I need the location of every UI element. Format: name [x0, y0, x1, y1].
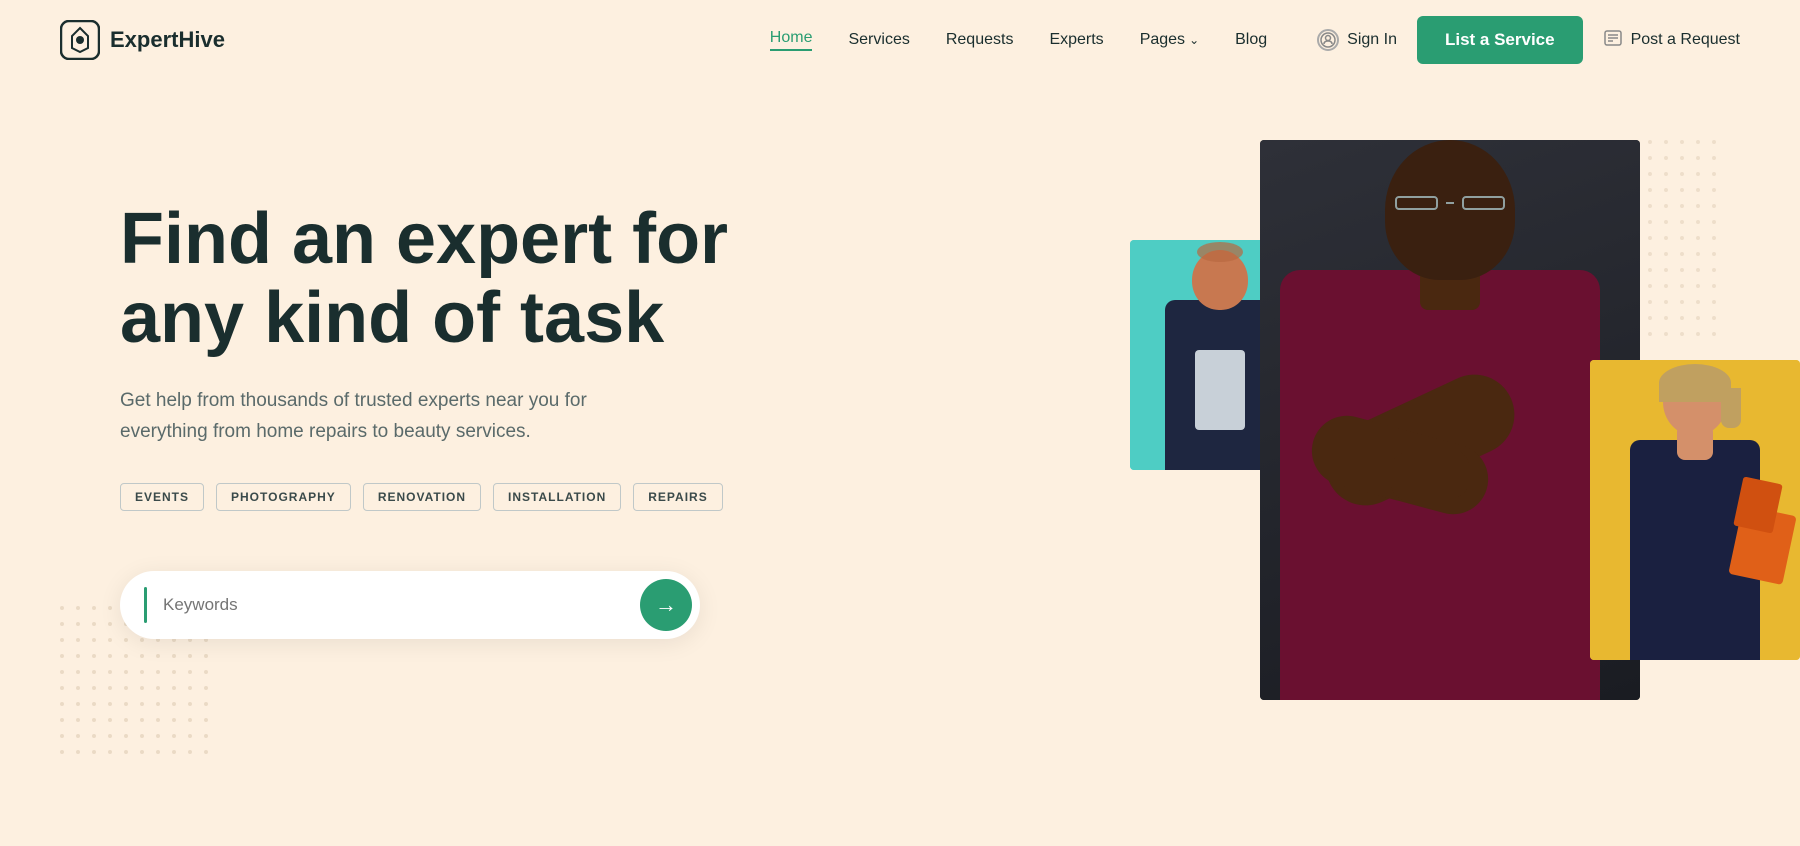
chevron-down-icon: ⌄ [1189, 33, 1199, 47]
logo-icon [60, 20, 100, 60]
tag-events[interactable]: EVENTS [120, 483, 204, 511]
logo-text: ExpertHive [110, 27, 225, 53]
expert-image-main [1260, 140, 1640, 700]
tag-photography[interactable]: PHOTOGRAPHY [216, 483, 351, 511]
tag-renovation[interactable]: RENOVATION [363, 483, 481, 511]
list-service-button[interactable]: List a Service [1417, 16, 1583, 64]
post-request-icon [1603, 28, 1623, 53]
search-button[interactable]: → [640, 579, 692, 631]
nav-link-experts[interactable]: Experts [1049, 31, 1103, 49]
tag-repairs[interactable]: REPAIRS [633, 483, 722, 511]
nav-link-blog[interactable]: Blog [1235, 31, 1267, 49]
sign-in-icon [1317, 29, 1339, 51]
nav-link-pages[interactable]: Pages ⌄ [1140, 31, 1199, 49]
logo[interactable]: ExpertHive [60, 20, 225, 60]
nav-right: Sign In List a Service Post a Request [1317, 16, 1740, 64]
expert-image-woman [1590, 360, 1800, 660]
nav-link-home[interactable]: Home [770, 29, 813, 51]
hero-images [980, 80, 1800, 846]
hero-section: Find an expert for any kind of task Get … [0, 80, 1800, 846]
search-divider [144, 587, 147, 623]
hero-subtitle: Get help from thousands of trusted exper… [120, 386, 640, 447]
search-bar: → [120, 571, 700, 639]
tag-list: EVENTS PHOTOGRAPHY RENOVATION INSTALLATI… [120, 483, 800, 511]
tag-installation[interactable]: INSTALLATION [493, 483, 621, 511]
navbar: ExpertHive Home Services Requests Expert… [0, 0, 1800, 80]
post-request-button[interactable]: Post a Request [1603, 28, 1740, 53]
search-input[interactable] [163, 595, 640, 615]
post-request-label: Post a Request [1631, 31, 1740, 49]
sign-in-label: Sign In [1347, 31, 1397, 49]
hero-content: Find an expert for any kind of task Get … [120, 140, 800, 639]
search-arrow-icon: → [655, 592, 677, 618]
nav-link-requests[interactable]: Requests [946, 31, 1014, 49]
nav-links: Home Services Requests Experts Pages ⌄ B… [770, 29, 1267, 51]
hero-title: Find an expert for any kind of task [120, 200, 800, 358]
sign-in-button[interactable]: Sign In [1317, 29, 1397, 51]
nav-link-services[interactable]: Services [848, 31, 909, 49]
